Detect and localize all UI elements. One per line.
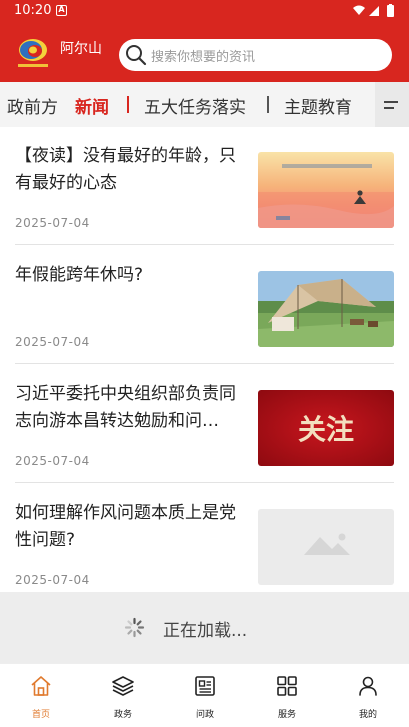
signal-battery-icon xyxy=(353,4,394,17)
news-title: 【夜读】没有最好的年龄，只有最好的心态 xyxy=(15,146,236,193)
news-title: 如何理解作风问题本质上是党性问题? xyxy=(15,503,236,550)
nav-label: 问政 xyxy=(195,710,214,720)
menu-icon xyxy=(384,101,398,103)
camping-tent-image xyxy=(258,271,394,347)
nav-label: 我的 xyxy=(358,710,377,720)
layers-icon xyxy=(112,676,134,696)
guanzhu-banner-image: 关注 xyxy=(258,390,394,466)
notification-a-icon: A xyxy=(56,5,67,16)
app-header: 10:20 A 阿尔山 搜索你想要的资讯 xyxy=(0,0,409,82)
tab-news[interactable]: 新闻 xyxy=(75,93,109,118)
news-date: 2025-07-04 xyxy=(15,216,90,230)
spinner-icon xyxy=(124,617,145,638)
search-bar[interactable]: 搜索你想要的资讯 xyxy=(119,39,392,71)
thumb-text: 关注 xyxy=(298,413,354,446)
news-date: 2025-07-04 xyxy=(15,573,90,587)
tabs-menu-button[interactable] xyxy=(375,82,409,127)
news-item[interactable]: 习近平委托中央组织部负责同志向游本昌转达勉励和问… 2025-07-04 关注 xyxy=(15,365,394,483)
grid-icon xyxy=(277,676,297,696)
nav-label: 服务 xyxy=(277,710,296,720)
status-bar: 10:20 A xyxy=(0,0,409,24)
news-title: 年假能跨年休吗? xyxy=(15,265,144,285)
category-tabs: 政前方 新闻 五大任务落实 主题教育 xyxy=(0,82,409,127)
news-item[interactable]: 如何理解作风问题本质上是党性问题? 2025-07-04 xyxy=(15,484,394,602)
user-icon xyxy=(359,676,377,696)
loading-text: 正在加载... xyxy=(163,621,248,641)
news-title: 习近平委托中央组织部负责同志向游本昌转达勉励和问… xyxy=(15,384,236,431)
search-icon xyxy=(126,45,147,66)
news-date: 2025-07-04 xyxy=(15,454,90,468)
loading-indicator: 正在加载... xyxy=(0,592,409,663)
bottom-nav: 首页 政务 问政 服务 我的 xyxy=(0,663,409,727)
nav-label: 首页 xyxy=(31,710,50,720)
nav-services[interactable]: 服务 xyxy=(246,664,328,727)
newspaper-icon xyxy=(195,676,215,696)
placeholder-image xyxy=(258,509,394,585)
news-item[interactable]: 年假能跨年休吗? 2025-07-04 xyxy=(15,246,394,364)
news-item[interactable]: 【夜读】没有最好的年龄，只有最好的心态 2025-07-04 xyxy=(15,127,394,245)
nav-profile[interactable]: 我的 xyxy=(327,664,409,727)
news-date: 2025-07-04 xyxy=(15,335,90,349)
tab-zhengqianfang[interactable]: 政前方 xyxy=(7,93,58,118)
tab-separator xyxy=(267,96,269,113)
nav-inquiry[interactable]: 问政 xyxy=(164,664,246,727)
home-icon xyxy=(31,676,51,696)
tab-five-tasks[interactable]: 五大任务落实 xyxy=(144,93,246,118)
tab-theme-education[interactable]: 主题教育 xyxy=(284,93,352,118)
nav-home[interactable]: 首页 xyxy=(0,664,82,727)
nav-government[interactable]: 政务 xyxy=(82,664,164,727)
app-logo xyxy=(18,39,48,67)
tab-separator xyxy=(127,96,129,113)
nav-label: 政务 xyxy=(113,710,132,720)
site-name: 阿尔山 xyxy=(60,41,102,57)
search-placeholder: 搜索你想要的资讯 xyxy=(151,50,256,65)
status-time: 10:20 xyxy=(14,3,52,18)
sunset-beach-image xyxy=(258,152,394,228)
